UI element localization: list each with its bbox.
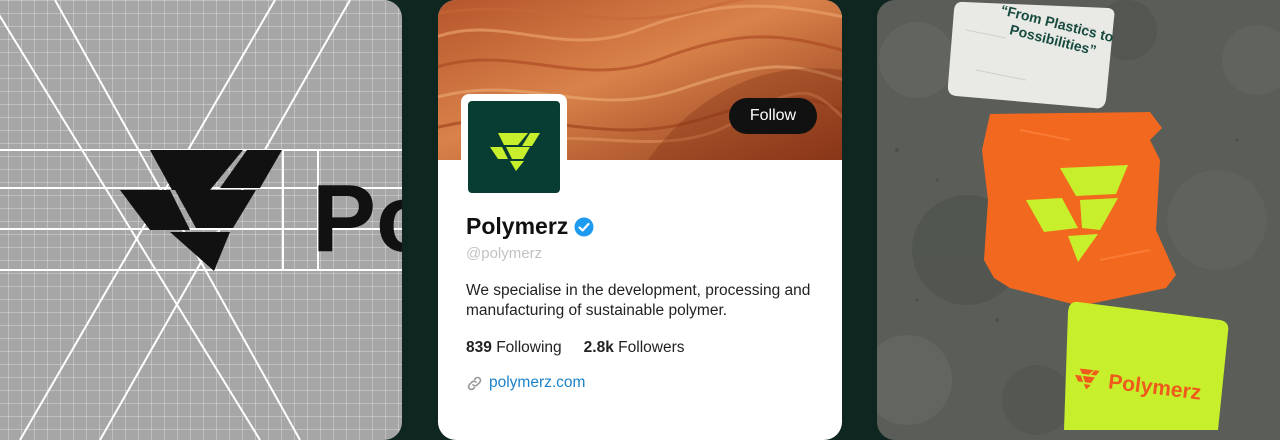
- following-stat[interactable]: 839 Following: [466, 339, 562, 357]
- following-label: Following: [496, 339, 562, 356]
- orange-logo-sticker: [982, 112, 1176, 306]
- verified-badge-icon: [574, 217, 594, 236]
- profile-display-name: Polymerz: [466, 213, 569, 239]
- wordmark-fragment: Po: [312, 165, 402, 272]
- profile-avatar[interactable]: [461, 94, 567, 200]
- logo-construction-drawing: Po: [0, 0, 402, 440]
- lime-wordmark-sticker: [1064, 301, 1229, 430]
- social-profile-card: Follow Polymerz @polymerz We specialise …: [438, 0, 842, 440]
- avatar-logo-tile: [468, 101, 560, 193]
- followers-label: Followers: [618, 339, 685, 356]
- website-url: polymerz.com: [489, 374, 586, 391]
- followers-count: 2.8k: [583, 339, 614, 356]
- following-count: 839: [466, 339, 492, 356]
- website-link[interactable]: polymerz.com: [466, 374, 585, 392]
- profile-bio: We specialise in the development, proces…: [466, 282, 811, 319]
- polymerz-logo-icon: [490, 133, 540, 171]
- profile-name-row: Polymerz: [466, 213, 594, 240]
- followers-stat[interactable]: 2.8k Followers: [584, 339, 685, 357]
- link-icon: [467, 376, 482, 390]
- profile-handle: @polymerz: [466, 245, 543, 262]
- logo-construction-grid-panel: Po: [0, 0, 402, 440]
- follow-button[interactable]: Follow: [729, 98, 817, 134]
- profile-stats: 839 Following 2.8k Followers: [466, 339, 706, 357]
